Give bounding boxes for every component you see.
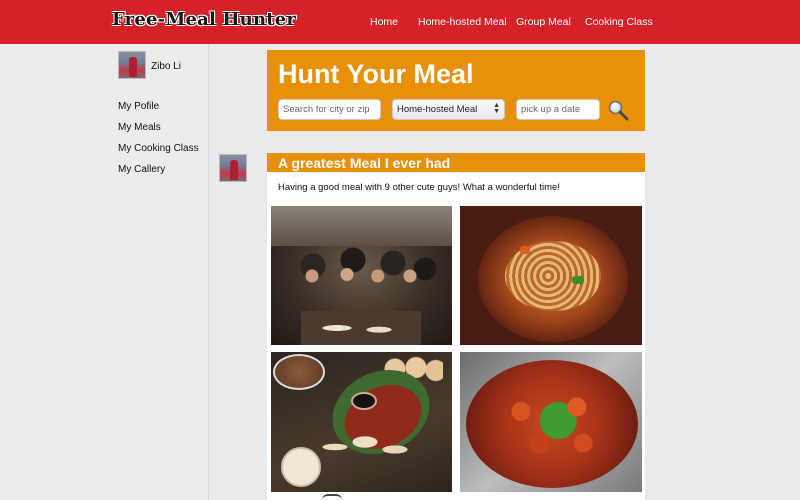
group-dinner-photo[interactable] bbox=[271, 206, 452, 345]
search-button[interactable] bbox=[607, 99, 629, 121]
sidebar bbox=[0, 44, 209, 500]
user-avatar[interactable] bbox=[118, 51, 146, 79]
noodle-soup-photo[interactable] bbox=[460, 206, 642, 345]
search-title: Hunt Your Meal bbox=[278, 59, 474, 89]
loading-spinner-icon bbox=[322, 494, 342, 500]
sidebar-item-cooking-class[interactable]: My Cooking Class bbox=[118, 143, 199, 154]
location-search-input[interactable]: Search for city or zip bbox=[278, 99, 381, 120]
post-text: Having a good meal with 9 other cute guy… bbox=[278, 182, 560, 193]
date-picker-input[interactable]: pick up a date bbox=[516, 99, 600, 120]
updown-arrow-icon: ▲ ▼ bbox=[493, 102, 500, 115]
nav-cooking-class[interactable]: Cooking Class bbox=[585, 16, 653, 28]
nav-home-hosted-meal[interactable]: Home-hosted Meal bbox=[418, 16, 507, 28]
post-author-avatar[interactable] bbox=[219, 154, 247, 182]
user-name[interactable]: Zibo Li bbox=[151, 61, 181, 72]
site-logo[interactable]: Free-Meal Hunter bbox=[112, 9, 296, 30]
sidebar-item-profile[interactable]: My Pofile bbox=[118, 101, 159, 112]
sidebar-item-meals[interactable]: My Meals bbox=[118, 122, 161, 133]
post-title[interactable]: A greatest Meal I ever had bbox=[278, 155, 450, 171]
nav-group-meal[interactable]: Group Meal bbox=[516, 16, 571, 28]
meal-type-selected-value: Home-hosted Meal bbox=[397, 104, 478, 115]
meal-type-select[interactable]: Home-hosted Meal ▲ ▼ bbox=[392, 99, 505, 120]
magnifier-icon bbox=[608, 100, 629, 121]
sidebar-item-gallery[interactable]: My Callery bbox=[118, 164, 165, 175]
nav-home[interactable]: Home bbox=[370, 16, 398, 28]
spicy-chicken-photo[interactable] bbox=[460, 352, 642, 492]
dumplings-photo[interactable] bbox=[271, 352, 452, 492]
